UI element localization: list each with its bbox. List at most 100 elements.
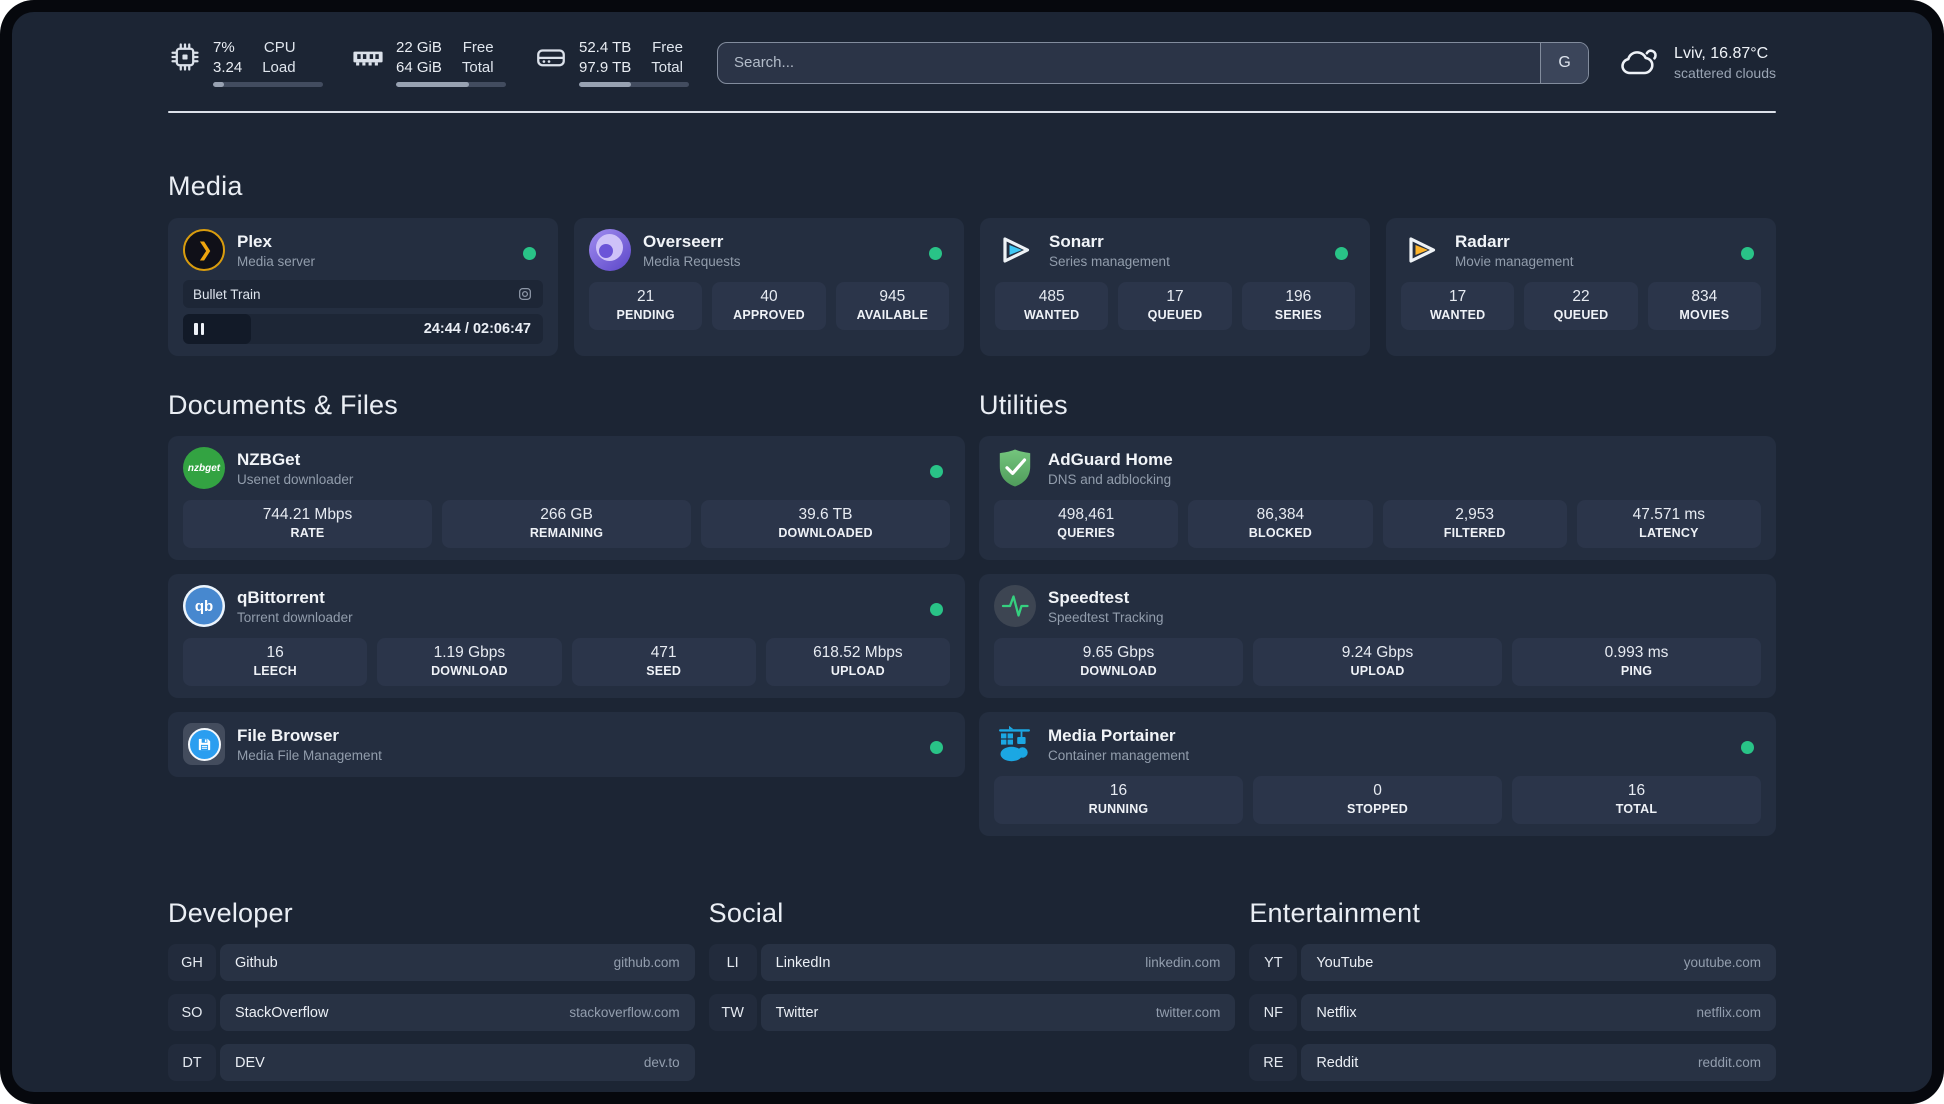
- bookmark-netflix[interactable]: NF Netflix netflix.com: [1249, 994, 1776, 1031]
- bookmark-abbr: YT: [1249, 944, 1298, 981]
- bookmark-name: Twitter: [775, 1004, 819, 1021]
- stat-label: STOPPED: [1347, 802, 1408, 816]
- bookmark-linkedin[interactable]: LI LinkedIn linkedin.com: [708, 944, 1236, 981]
- bookmark-name: YouTube: [1316, 954, 1374, 971]
- service-card-filebrowser[interactable]: File Browser Media File Management: [168, 712, 965, 777]
- bookmark-stackoverflow[interactable]: SO StackOverflow stackoverflow.com: [168, 994, 695, 1031]
- service-card-portainer[interactable]: Media Portainer Container management 16 R…: [979, 712, 1776, 836]
- bookmark-github[interactable]: GH Github github.com: [168, 944, 695, 981]
- search-input[interactable]: [718, 42, 1541, 83]
- bookmark-youtube[interactable]: YT YouTube youtube.com: [1249, 944, 1776, 981]
- bookmark-dev[interactable]: DT DEV dev.to: [168, 1044, 695, 1081]
- service-description: Movie management: [1455, 253, 1574, 269]
- weather-location-temp: Lviv, 16.87°C: [1674, 45, 1769, 63]
- service-card-plex[interactable]: ❯ Plex Media server Bullet Train 24:44 /…: [168, 218, 558, 356]
- bookmark-domain: netflix.com: [1696, 1005, 1761, 1020]
- service-name: qBittorrent: [237, 588, 325, 608]
- section-title-social: Social: [708, 898, 784, 928]
- stat-value: 21: [637, 288, 655, 305]
- stat-box: 9.65 Gbps DOWNLOAD: [994, 638, 1243, 686]
- service-name: Plex: [237, 232, 272, 252]
- stat-value: 945: [879, 288, 906, 305]
- search-engine-button[interactable]: G: [1540, 42, 1589, 83]
- status-dot: [1741, 247, 1754, 260]
- bookmark-abbr: LI: [708, 944, 757, 981]
- filebrowser-icon: [183, 723, 225, 765]
- stat-box: 21 PENDING: [589, 282, 703, 330]
- service-card-sonarr[interactable]: Sonarr Series management 485 WANTED 17 QUE…: [980, 218, 1370, 356]
- service-description: Media server: [237, 253, 316, 269]
- bookmark-twitter[interactable]: TW Twitter twitter.com: [708, 994, 1236, 1031]
- status-dot: [1335, 247, 1348, 260]
- status-dot: [930, 603, 943, 616]
- adguard-icon: [994, 447, 1036, 489]
- stat-label: RATE: [290, 526, 325, 540]
- plex-icon: ❯: [183, 229, 225, 271]
- stat-box: 196 SERIES: [1241, 282, 1355, 330]
- weather-widget: Lviv, 16.87°C scattered clouds: [1617, 44, 1776, 81]
- service-name: File Browser: [237, 726, 340, 746]
- stat-box: 834 MOVIES: [1647, 282, 1761, 330]
- stat-box: 485 WANTED: [995, 282, 1109, 330]
- disk-stats: 52.4 TB 97.9 TB Free Total: [579, 38, 689, 87]
- stat-value: 17: [1166, 288, 1184, 305]
- cpu-stats: 7% 3.24 CPU Load: [213, 38, 323, 87]
- stat-label: AVAILABLE: [856, 308, 929, 322]
- service-card-qbittorrent[interactable]: qb qBittorrent Torrent downloader 16 LEEC…: [168, 574, 965, 698]
- memory-free-value: 22 GiB: [396, 39, 442, 56]
- cpu-usage-value: 7%: [213, 39, 235, 56]
- service-card-speedtest[interactable]: Speedtest Speedtest Tracking 9.65 Gbps DO…: [979, 574, 1776, 698]
- stat-value: 485: [1038, 288, 1065, 305]
- status-dot: [930, 465, 943, 478]
- bookmark-domain: dev.to: [643, 1055, 680, 1070]
- stat-value: 196: [1285, 288, 1312, 305]
- stat-label: TOTAL: [1615, 802, 1658, 816]
- playback-time: 24:44 / 02:06:47: [423, 321, 531, 337]
- scattered-clouds-icon: [1617, 44, 1661, 80]
- disk-total-value: 97.9 TB: [579, 58, 632, 76]
- stat-box: 39.6 TB DOWNLOADED: [701, 500, 950, 548]
- bookmark-name: Github: [235, 954, 278, 971]
- stat-box: 266 GB REMAINING: [442, 500, 691, 548]
- radarr-icon: [1401, 229, 1443, 271]
- plex-now-playing: Bullet Train 24:44 / 02:06:47: [183, 280, 543, 344]
- service-card-radarr[interactable]: Radarr Movie management 17 WANTED 22 QUEUE…: [1386, 218, 1776, 356]
- disk-progress-bar: [579, 82, 689, 87]
- qbittorrent-icon: qb: [183, 585, 225, 627]
- bookmark-group-developer: Developer GH Github github.com SO StackOv…: [168, 898, 695, 1081]
- bookmark-domain: linkedin.com: [1145, 955, 1221, 970]
- service-card-adguard[interactable]: AdGuard Home DNS and adblocking 498,461 Q…: [979, 436, 1776, 560]
- stat-box: 16 TOTAL: [1512, 776, 1761, 824]
- stat-box: 17 WANTED: [1401, 282, 1515, 330]
- service-description: Media File Management: [237, 747, 382, 763]
- stat-label: SEED: [646, 664, 682, 678]
- bookmark-domain: youtube.com: [1683, 955, 1761, 970]
- section-title-utilities: Utilities: [979, 390, 1068, 420]
- bookmark-name: Netflix: [1316, 1004, 1357, 1021]
- stat-label: SERIES: [1274, 308, 1322, 322]
- bookmark-name: LinkedIn: [775, 954, 831, 971]
- bookmark-group-entertainment: Entertainment YT YouTube youtube.com NF N…: [1249, 898, 1776, 1081]
- service-card-nzbget[interactable]: nzbget NZBGet Usenet downloader 744.21 M…: [168, 436, 965, 560]
- memory-stats: 22 GiB 64 GiB Free Total: [396, 38, 506, 87]
- status-dot: [930, 741, 943, 754]
- free-label: Free: [652, 39, 683, 56]
- bookmark-abbr: GH: [168, 944, 216, 981]
- section-documents: Documents & Files nzbget NZBGet Usenet d…: [168, 390, 965, 836]
- portainer-icon: [994, 723, 1036, 765]
- disk-free-value: 52.4 TB: [579, 39, 632, 56]
- service-name: Sonarr: [1049, 232, 1104, 252]
- stat-value: 2,953: [1455, 506, 1495, 523]
- stat-box: 40 APPROVED: [712, 282, 826, 330]
- stat-label: MOVIES: [1679, 308, 1730, 322]
- service-card-overseerr[interactable]: Overseerr Media Requests 21 PENDING 40 APP…: [574, 218, 964, 356]
- cpu-icon: [168, 40, 202, 74]
- bookmark-reddit[interactable]: RE Reddit reddit.com: [1249, 1044, 1776, 1081]
- stat-value: 39.6 TB: [798, 506, 853, 523]
- stat-label: PING: [1620, 664, 1653, 678]
- stat-value: 9.65 Gbps: [1082, 644, 1155, 661]
- stat-label: UPLOAD: [830, 664, 885, 678]
- stat-label: FILTERED: [1443, 526, 1506, 540]
- cpu-label: CPU: [263, 39, 296, 56]
- load-label: Load: [262, 58, 296, 76]
